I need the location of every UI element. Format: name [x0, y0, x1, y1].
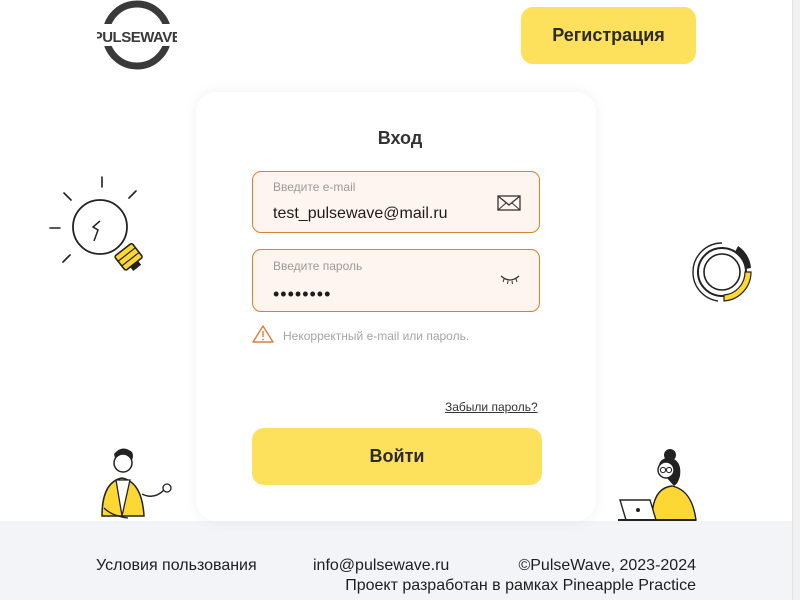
- eye-closed-icon[interactable]: [499, 272, 521, 291]
- error-text: Некорректный e-mail или пароль.: [283, 329, 470, 343]
- woman-laptop-illustration: [616, 446, 700, 522]
- footer-email-link[interactable]: info@pulsewave.ru: [313, 557, 449, 575]
- login-title: Вход: [377, 128, 423, 148]
- email-field[interactable]: Введите e-mail test_pulsewave@mail.ru: [252, 171, 540, 233]
- forgot-password-link[interactable]: Забыли пароль?: [445, 400, 538, 414]
- error-message: Некорректный e-mail или пароль.: [252, 324, 470, 348]
- scrollbar[interactable]: [792, 0, 800, 600]
- password-label: Введите пароль: [273, 259, 363, 273]
- lightbulb-illustration: [48, 175, 148, 275]
- man-illustration: [92, 446, 176, 522]
- pulsewave-logo[interactable]: PULSEWAVE: [97, 0, 177, 70]
- logo-text: PULSEWAVE: [97, 29, 177, 46]
- footer-terms-link[interactable]: Условия пользования: [96, 557, 257, 575]
- password-field[interactable]: Введите пароль ••••••••: [252, 249, 540, 312]
- email-value[interactable]: test_pulsewave@mail.ru: [273, 205, 448, 223]
- envelope-icon: [497, 194, 521, 217]
- email-label: Введите e-mail: [273, 180, 356, 194]
- login-button[interactable]: Войти: [252, 428, 542, 485]
- footer-project-note: Проект разработан в рамках Pineapple Pra…: [345, 577, 696, 594]
- footer-copyright: ©PulseWave, 2023-2024: [518, 557, 696, 574]
- password-value[interactable]: ••••••••: [273, 284, 331, 305]
- register-button[interactable]: Регистрация: [521, 7, 696, 64]
- warning-icon: [252, 324, 274, 348]
- donut-chart-illustration: [688, 238, 756, 306]
